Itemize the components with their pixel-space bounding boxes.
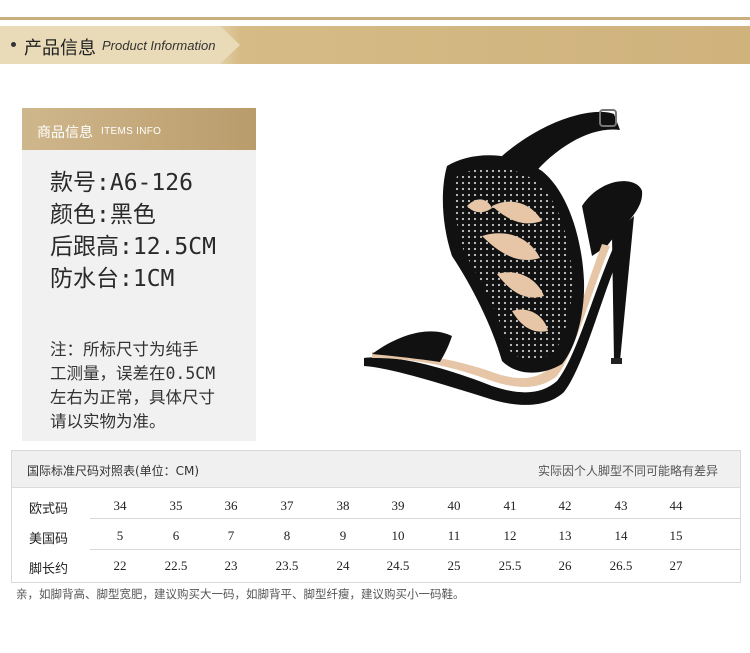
table-cell: 37 [280,498,294,513]
table-cell: 7 [227,528,235,543]
size-advice-footnote: 亲，如脚背高、脚型宽肥，建议购买大一码，如脚背平、脚型纤瘦，建议购买小一码鞋。 [16,587,465,601]
table-cell: 26.5 [609,558,633,573]
table-cell: 23 [224,558,238,573]
spec-platform: 防水台:1CM [50,266,175,292]
table-cell: 23.5 [275,558,299,573]
table-cell: 34 [113,498,127,513]
size-chart-note: 实际因个人脚型不同可能略有差异 [537,464,718,478]
product-image [352,96,652,416]
table-cell: 12 [503,528,517,543]
table-cell: 40 [447,498,461,513]
size-chart-header: 国际标准尺码对照表(单位：CM) 实际因个人脚型不同可能略有差异 [12,451,740,488]
row-label-foot-length: 脚长约 [29,562,69,577]
header-title-zh: 产品信息 [24,38,96,59]
measurement-note: 注：所标尺寸为纯手 工测量，误差在0.5CM 左右为正常，具体尺寸 请以实物为准… [50,338,250,434]
table-cell: 26 [558,558,572,573]
size-chart-title: 国际标准尺码对照表(单位：CM) [27,464,200,478]
note-line: 工测量，误差在0.5CM [50,364,216,383]
table-cell: 44 [669,498,683,513]
top-divider-line [0,17,750,20]
table-cell: 9 [339,528,347,543]
table-cell: 25 [447,558,461,573]
table-cell: 5 [116,528,124,543]
spec-model: 款号:A6-126 [50,170,193,196]
row-divider [90,518,740,519]
table-cell: 24.5 [386,558,410,573]
row-label-us: 美国码 [29,532,69,547]
table-cell: 25.5 [498,558,522,573]
table-cell: 43 [614,498,628,513]
table-cell: 39 [391,498,405,513]
table-cell: 42 [558,498,572,513]
table-cell: 38 [336,498,350,513]
table-cell: 27 [669,558,683,573]
table-cell: 14 [614,528,628,543]
row-label-eu: 欧式码 [29,502,69,517]
sandal-illustration [364,109,643,405]
table-cell: 22 [113,558,127,573]
table-cell: 6 [172,528,180,543]
spec-color: 颜色:黑色 [50,202,156,228]
table-cell: 41 [503,498,517,513]
table-cell: 22.5 [164,558,188,573]
items-info-title-zh: 商品信息 [37,125,93,141]
note-line: 注：所标尺寸为纯手 [50,340,199,359]
table-cell: 13 [558,528,572,543]
note-line: 请以实物为准。 [50,412,166,431]
table-cell: 15 [669,528,683,543]
table-cell: 10 [391,528,405,543]
size-chart-table: 国际标准尺码对照表(单位：CM) 实际因个人脚型不同可能略有差异 欧式码 34 … [11,450,741,583]
row-divider [90,549,740,550]
bullet-icon [11,42,16,47]
table-cell: 8 [283,528,291,543]
items-info-title-en: ITEMS INFO [101,126,162,137]
header-title-en: Product Information [102,38,216,53]
table-cell: 11 [447,528,461,543]
table-cell: 36 [224,498,238,513]
table-cell: 24 [336,558,350,573]
table-cell: 35 [169,498,183,513]
spec-heel-height: 后跟高:12.5CM [50,234,216,260]
note-line: 左右为正常，具体尺寸 [50,388,215,407]
